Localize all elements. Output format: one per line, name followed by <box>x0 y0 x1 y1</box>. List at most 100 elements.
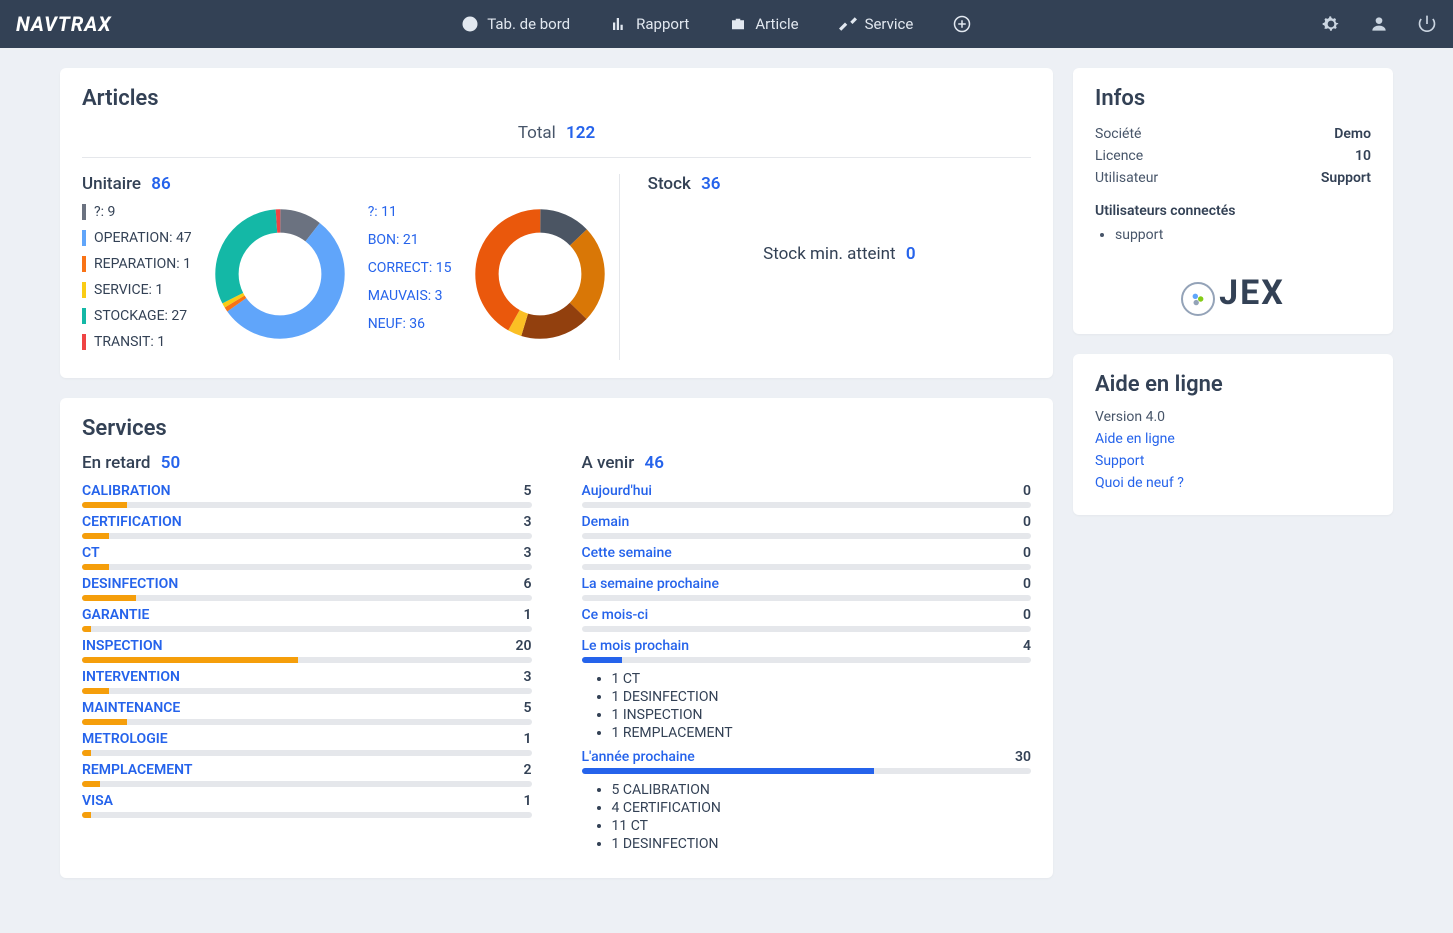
infos-title: Infos <box>1095 86 1371 111</box>
progress-fill <box>582 768 874 774</box>
progress-bar <box>582 657 1032 663</box>
service-sublist: 1 CT1 DESINFECTION1 INSPECTION1 REMPLACE… <box>612 671 1032 741</box>
service-row-head: CERTIFICATION3 <box>82 514 532 530</box>
service-subitem: 5 CALIBRATION <box>612 782 1032 798</box>
progress-bar <box>582 533 1032 539</box>
service-count: 6 <box>524 576 532 592</box>
aide-link-news[interactable]: Quoi de neuf ? <box>1095 475 1371 491</box>
total-label: Total <box>518 123 556 143</box>
service-label[interactable]: Ce mois-ci <box>582 607 649 623</box>
nav-add[interactable] <box>953 15 971 33</box>
main-column: Articles Total 122 Unitaire 86 ?: 9OPERA… <box>60 68 1053 898</box>
nav-dashboard-label: Tab. de bord <box>487 15 570 33</box>
service-label[interactable]: La semaine prochaine <box>582 576 719 592</box>
service-row: CT 3 <box>82 545 532 570</box>
stock-min-label: Stock min. atteint <box>763 244 896 264</box>
wrench-icon <box>839 15 857 33</box>
service-row-head: REMPLACEMENT2 <box>82 762 532 778</box>
dashboard-icon <box>461 15 479 33</box>
nav-article[interactable]: Article <box>729 15 798 33</box>
legend-item: ?: 9 <box>82 204 192 220</box>
service-label[interactable]: Cette semaine <box>582 545 672 561</box>
service-row-head: L'année prochaine30 <box>582 749 1032 765</box>
legend-swatch <box>82 256 86 272</box>
aide-link-support[interactable]: Support <box>1095 453 1371 469</box>
service-label[interactable]: Demain <box>582 514 630 530</box>
service-label[interactable]: METROLOGIE <box>82 731 168 747</box>
unit-legend: ?: 9OPERATION: 47REPARATION: 1SERVICE: 1… <box>82 204 192 360</box>
service-subitem: 1 INSPECTION <box>612 707 1032 723</box>
legend-label: ?: 9 <box>94 204 115 220</box>
upcoming-header: A venir 46 <box>582 453 1032 473</box>
legend-link[interactable]: ?: 11 <box>368 204 452 220</box>
nav-dashboard[interactable]: Tab. de bord <box>461 15 570 33</box>
service-subitem: 1 REMPLACEMENT <box>612 725 1032 741</box>
progress-bar <box>82 564 532 570</box>
legend-link[interactable]: CORRECT: 15 <box>368 260 452 276</box>
info-key: Licence <box>1095 148 1143 164</box>
info-key: Utilisateur <box>1095 170 1158 186</box>
service-row: DESINFECTION 6 <box>82 576 532 601</box>
infos-card: Infos SociétéDemoLicence10UtilisateurSup… <box>1073 68 1393 334</box>
service-subitem: 1 DESINFECTION <box>612 836 1032 852</box>
service-label[interactable]: Aujourd'hui <box>582 483 652 499</box>
service-label[interactable]: CERTIFICATION <box>82 514 182 530</box>
jex-logo-icon <box>1181 282 1215 316</box>
service-label[interactable]: Le mois prochain <box>582 638 690 654</box>
service-count: 0 <box>1023 514 1031 530</box>
service-count: 3 <box>524 545 532 561</box>
service-label[interactable]: L'année prochaine <box>582 749 695 765</box>
aide-list: Version 4.0 Aide en ligne Support Quoi d… <box>1095 409 1371 491</box>
nav-service-label: Service <box>865 15 914 33</box>
progress-bar <box>82 626 532 632</box>
gear-icon[interactable] <box>1321 14 1341 34</box>
service-row: L'année prochaine305 CALIBRATION4 CERTIF… <box>582 749 1032 852</box>
nav-service[interactable]: Service <box>839 15 914 33</box>
progress-bar <box>82 657 532 663</box>
nav-right <box>1321 14 1437 34</box>
service-count: 4 <box>1023 638 1031 654</box>
service-row: Le mois prochain 4 1 CT1 DESINFECTION1 INS… <box>582 638 1032 741</box>
service-row-head: DESINFECTION 6 <box>82 576 532 592</box>
legend-item: TRANSIT: 1 <box>82 334 192 350</box>
aide-link-help[interactable]: Aide en ligne <box>1095 431 1371 447</box>
service-label[interactable]: VISA <box>82 793 113 809</box>
service-label[interactable]: INTERVENTION <box>82 669 180 685</box>
service-label[interactable]: DESINFECTION <box>82 576 178 592</box>
progress-bar <box>582 768 1032 774</box>
articles-total: Total 122 <box>82 123 1031 158</box>
service-label[interactable]: CALIBRATION <box>82 483 171 499</box>
unitaire-value: 86 <box>151 174 170 194</box>
info-row: Licence10 <box>1095 145 1371 167</box>
service-label[interactable]: MAINTENANCE <box>82 700 180 716</box>
progress-bar <box>582 626 1032 632</box>
aide-card: Aide en ligne Version 4.0 Aide en ligne … <box>1073 354 1393 515</box>
service-label[interactable]: GARANTIE <box>82 607 149 623</box>
stock-min: Stock min. atteint 0 <box>648 244 1031 264</box>
progress-bar <box>82 750 532 756</box>
legend-label: REPARATION: 1 <box>94 256 191 272</box>
service-label[interactable]: CT <box>82 545 100 561</box>
nav-report[interactable]: Rapport <box>610 15 689 33</box>
legend-link[interactable]: NEUF: 36 <box>368 316 452 332</box>
stock-min-value: 0 <box>906 244 916 264</box>
service-row: Ce mois-ci0 <box>582 607 1032 632</box>
legend-item: STOCKAGE: 27 <box>82 308 192 324</box>
power-icon[interactable] <box>1417 14 1437 34</box>
progress-fill <box>82 564 109 570</box>
service-row: Aujourd'hui0 <box>582 483 1032 508</box>
info-row: UtilisateurSupport <box>1095 167 1371 189</box>
user-icon[interactable] <box>1369 14 1389 34</box>
articles-title: Articles <box>82 86 1031 111</box>
legend-link[interactable]: MAUVAIS: 3 <box>368 288 452 304</box>
service-row-head: METROLOGIE1 <box>82 731 532 747</box>
late-value: 50 <box>161 453 180 473</box>
service-row: Cette semaine0 <box>582 545 1032 570</box>
unitaire-label: Unitaire <box>82 174 141 194</box>
service-row: REMPLACEMENT2 <box>82 762 532 787</box>
service-label[interactable]: REMPLACEMENT <box>82 762 192 778</box>
legend-link[interactable]: BON: 21 <box>368 232 452 248</box>
jex-logo-text: JEX <box>1219 273 1285 313</box>
progress-bar <box>582 502 1032 508</box>
service-label[interactable]: INSPECTION <box>82 638 163 654</box>
